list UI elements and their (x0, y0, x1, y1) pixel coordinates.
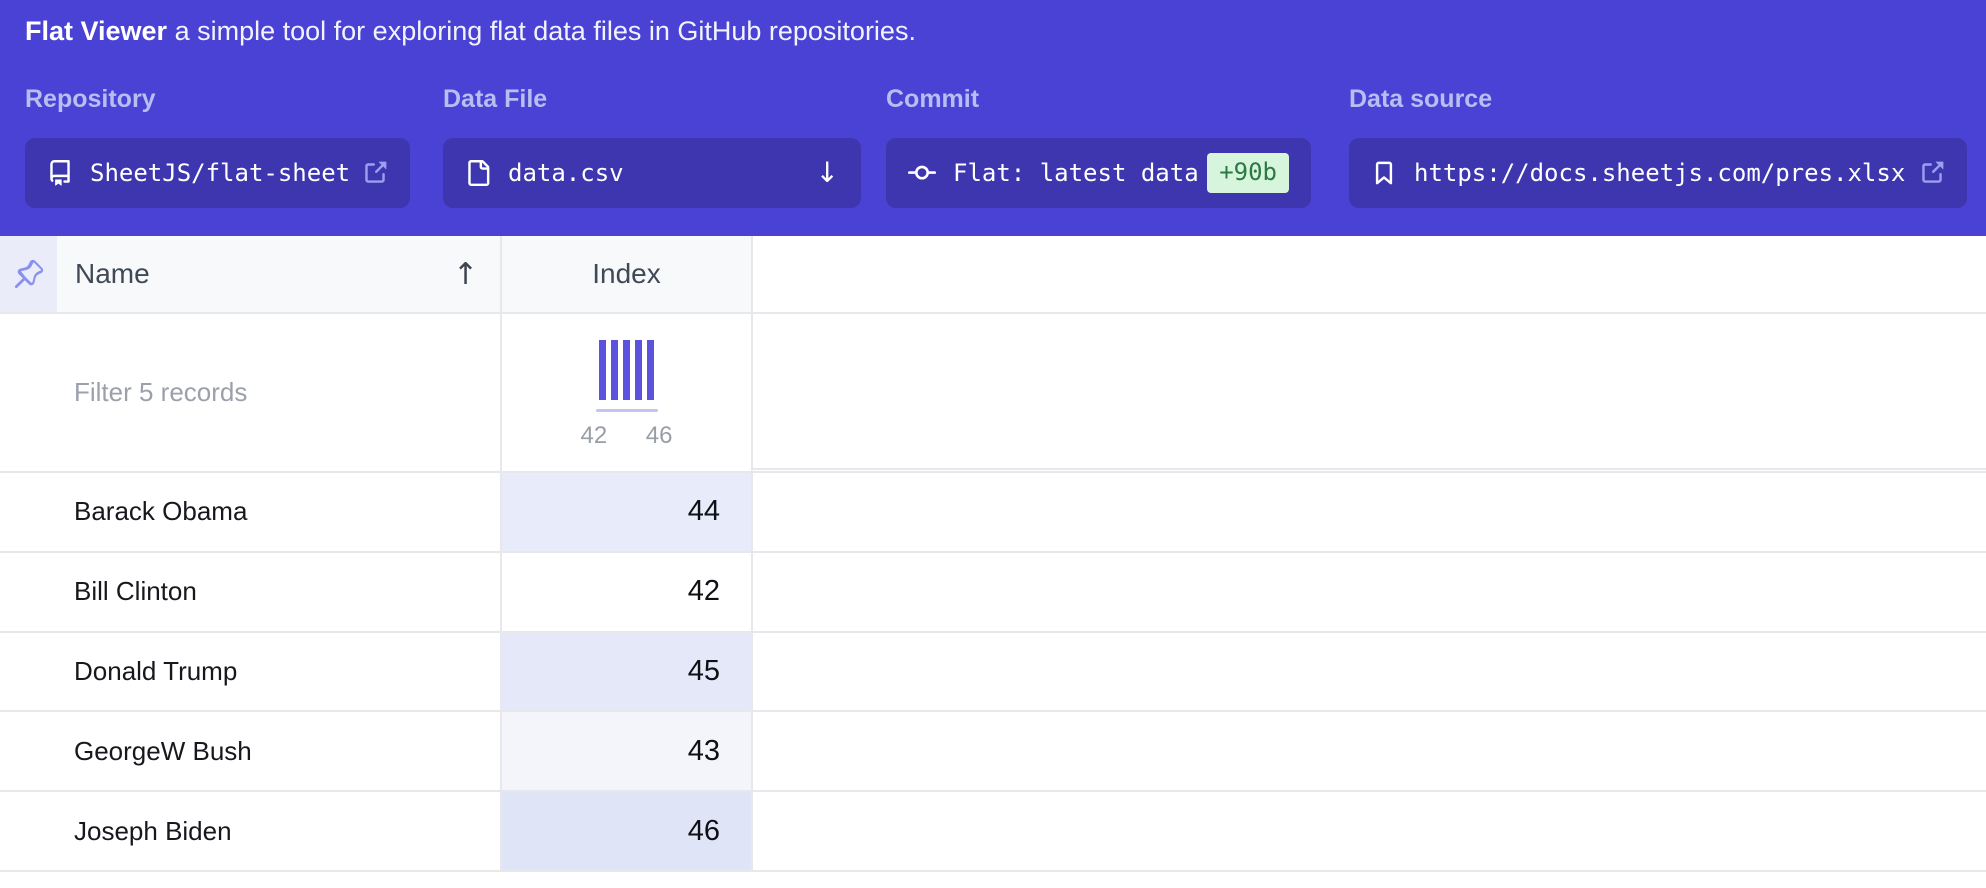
table-row: Barack Obama 44 (0, 473, 1986, 553)
pin-column-button[interactable] (0, 236, 57, 312)
commit-label: Commit (886, 84, 1311, 114)
histogram-max-label: 46 (646, 422, 673, 450)
repo-book-icon (47, 160, 73, 186)
data-file-value: data.csv (508, 159, 624, 187)
table-rows: Barack Obama 44 Bill Clinton 42 Donald T… (0, 473, 1986, 872)
repository-button[interactable]: SheetJS/flat-sheet (25, 138, 410, 208)
histogram-baseline (596, 409, 658, 412)
table-row: Joseph Biden 46 (0, 792, 1986, 872)
repository-value: SheetJS/flat-sheet (90, 159, 350, 187)
index-cell: 43 (502, 712, 753, 790)
app-brand: Flat Viewer a simple tool for exploring … (25, 14, 916, 48)
index-histogram-filter[interactable]: 42 46 (502, 314, 753, 471)
name-cell: Bill Clinton (0, 553, 502, 631)
flat-viewer-app: Flat Viewer a simple tool for exploring … (0, 0, 1986, 888)
filter-name-cell (0, 314, 502, 471)
histogram-bars (599, 340, 654, 400)
diff-size-badge: +90b (1207, 153, 1289, 192)
commit-message: Flat: latest data (953, 159, 1199, 187)
column-header-index-label: Index (592, 258, 661, 290)
histogram-axis-labels: 42 46 (581, 422, 673, 450)
name-cell: Donald Trump (0, 633, 502, 711)
external-link-icon[interactable] (362, 160, 388, 186)
index-cell: 42 (502, 553, 753, 631)
file-icon (465, 160, 491, 186)
blank-area-divider (753, 468, 1986, 470)
data-source-label: Data source (1349, 84, 1967, 114)
name-cell: Joseph Biden (0, 792, 502, 870)
column-header-name[interactable]: Name ↑ (57, 236, 502, 312)
index-cell: 45 (502, 633, 753, 711)
name-cell: Barack Obama (0, 473, 502, 551)
index-cell: 44 (502, 473, 753, 551)
git-commit-icon (908, 159, 936, 187)
column-header-index[interactable]: Index (502, 236, 753, 312)
app-subtitle: a simple tool for exploring flat data fi… (175, 16, 916, 46)
grid-header-row: Name ↑ Index (0, 236, 1986, 314)
commit-control: Commit Flat: latest data +90b (886, 84, 1311, 208)
table-row: Bill Clinton 42 (0, 553, 1986, 633)
histogram-bar (599, 340, 606, 400)
data-source-control: Data source https://docs.sheetjs.com/pre… (1349, 84, 1967, 208)
pin-icon (14, 259, 44, 289)
filter-input[interactable] (0, 314, 500, 471)
topbar: Flat Viewer a simple tool for exploring … (0, 0, 1986, 236)
data-file-label: Data File (443, 84, 861, 114)
sort-ascending-icon[interactable]: ↑ (453, 257, 478, 292)
data-file-control: Data File data.csv ↓ (443, 84, 861, 208)
histogram-bar (635, 340, 642, 400)
commit-button[interactable]: Flat: latest data +90b (886, 138, 1311, 208)
histogram-min-label: 42 (581, 422, 608, 450)
name-cell: GeorgeW Bush (0, 712, 502, 790)
column-header-name-label: Name (75, 258, 150, 290)
app-title: Flat Viewer (25, 16, 167, 46)
arrow-down-icon[interactable]: ↓ (816, 159, 839, 187)
data-source-link[interactable]: https://docs.sheetjs.com/pres.xlsx (1349, 138, 1967, 208)
histogram-bar (611, 340, 618, 400)
table-row: GeorgeW Bush 43 (0, 712, 1986, 792)
histogram-bar (623, 340, 630, 400)
index-cell: 46 (502, 792, 753, 870)
data-grid: Name ↑ Index 42 46 Barack Obama (0, 236, 1986, 888)
repository-control: Repository SheetJS/flat-sheet (25, 84, 410, 208)
bookmark-icon (1371, 160, 1397, 186)
external-link-icon[interactable] (1919, 160, 1945, 186)
data-source-url: https://docs.sheetjs.com/pres.xlsx (1414, 159, 1905, 187)
repository-label: Repository (25, 84, 410, 114)
histogram-bar (647, 340, 654, 400)
data-file-select[interactable]: data.csv ↓ (443, 138, 861, 208)
table-row: Donald Trump 45 (0, 633, 1986, 713)
filter-row: 42 46 (0, 314, 1986, 473)
